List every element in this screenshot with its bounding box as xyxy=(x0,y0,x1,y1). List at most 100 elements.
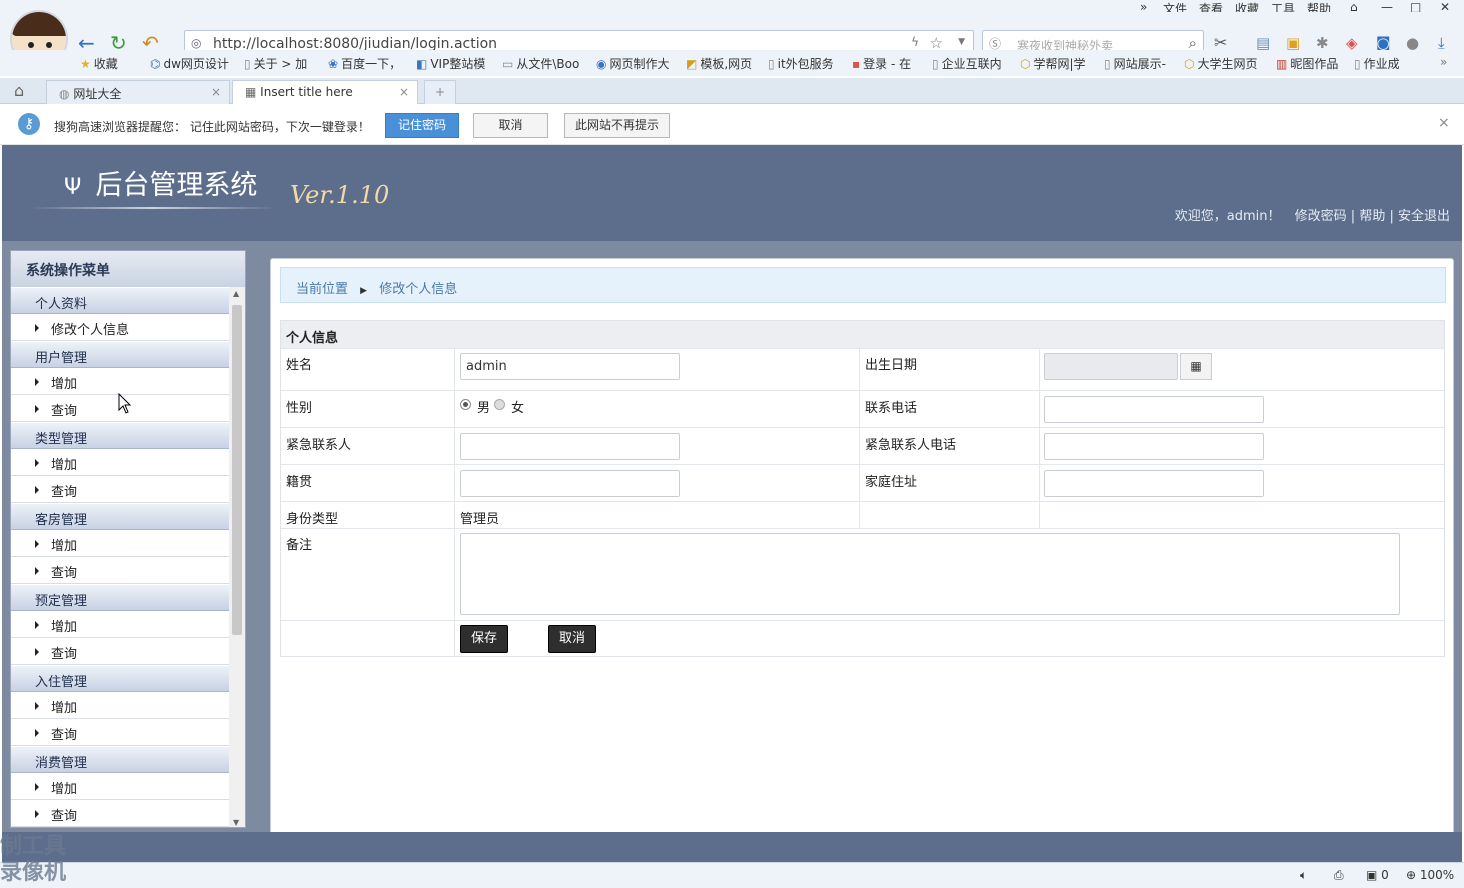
logout-link[interactable]: 安全退出 xyxy=(1398,209,1450,224)
tab-insert-title[interactable]: ▦ Insert title here × xyxy=(232,80,418,104)
notice-message: 搜狗高速浏览器提醒您： 记住此网站密码，下次一键登录！ xyxy=(54,120,370,134)
notice-cancel-button[interactable]: 取消 xyxy=(473,113,548,138)
remark-label: 备注 xyxy=(286,538,313,553)
bookmark-item[interactable]: ▯ 网站展示- xyxy=(1104,55,1166,72)
avatar-hair xyxy=(12,12,66,36)
bookmark-item[interactable]: ❀ 百度一下， xyxy=(328,55,401,72)
sidebar-scrollbar[interactable]: ▲ ▼ xyxy=(229,287,245,827)
sidebar-group-profile[interactable]: 个人资料 xyxy=(11,287,229,314)
bookmarks-overflow-icon[interactable]: » xyxy=(1440,55,1447,69)
emergency-phone-label: 紧急联系人电话 xyxy=(865,438,957,453)
home-icon[interactable]: ⌂ xyxy=(14,81,24,100)
gender-male-radio[interactable] xyxy=(460,399,471,410)
sidebar-item-type-query[interactable]: 查询 xyxy=(11,476,229,503)
name-input[interactable]: admin xyxy=(460,353,680,380)
sidebar-group-types[interactable]: 类型管理 xyxy=(11,422,229,449)
never-prompt-button[interactable]: 此网站不再提示 xyxy=(564,113,670,138)
main-panel: 当前位置 ▶ 修改个人信息 个人信息 姓名 admin 出生日期 ▦ 性别 男 xyxy=(270,258,1454,851)
scrollbar-thumb[interactable] xyxy=(232,305,242,635)
bookmark-item[interactable]: ▥ 昵图作品 xyxy=(1276,55,1338,72)
sidebar-group-users[interactable]: 用户管理 xyxy=(11,341,229,368)
avatar-eye xyxy=(28,42,34,48)
phone-input[interactable] xyxy=(1044,396,1264,423)
remember-password-button[interactable]: 记住密码 xyxy=(385,113,459,138)
emergency-contact-label: 紧急联系人 xyxy=(286,438,352,453)
sidebar-group-rooms[interactable]: 客房管理 xyxy=(11,503,229,530)
sidebar-group-consumption[interactable]: 消费管理 xyxy=(11,746,229,773)
app-version: Ver.1.10 xyxy=(290,181,390,209)
gender-female-radio[interactable] xyxy=(494,399,505,410)
new-tab-button[interactable]: + xyxy=(424,80,456,104)
tab-close-icon[interactable]: × xyxy=(399,85,409,99)
profile-form: 个人信息 姓名 admin 出生日期 ▦ 性别 男 女 联系电话 紧急联系人 紧… xyxy=(280,320,1445,657)
volume-icon[interactable]: 🔈︎ xyxy=(1300,868,1307,883)
calendar-icon[interactable]: ▦ xyxy=(1180,353,1212,380)
form-row-remark: 备注 xyxy=(281,529,1444,621)
breadcrumb-arrow-icon: ▶ xyxy=(360,286,368,296)
gender-female-label: 女 xyxy=(511,401,525,416)
bookmark-item[interactable]: ◉ 网页制作大 xyxy=(596,55,670,72)
watermark-line: 制工具 xyxy=(0,834,67,859)
birth-date-input[interactable] xyxy=(1044,353,1178,380)
address-input[interactable] xyxy=(1044,470,1264,497)
breadcrumb-root[interactable]: 当前位置 xyxy=(296,282,348,297)
bookmark-item[interactable]: ▯ it外包服务 xyxy=(768,55,834,72)
recorder-watermark: 制工具 录像机 xyxy=(0,834,66,886)
native-place-input[interactable] xyxy=(460,470,680,497)
avatar-eye xyxy=(46,42,52,48)
sidebar-item-user-add[interactable]: 增加 xyxy=(11,368,229,395)
bookmarks-bar: ★ 收藏 ⌬ dw网页设计 ▯ 关于 > 加 ❀ 百度一下， ◧ VIP整站模 ▭ 从文件\… xyxy=(0,50,1464,76)
password-notice-bar: ⚷ 搜狗高速浏览器提醒您： 记住此网站密码，下次一键登录！ 记住密码 取消 此网… xyxy=(0,105,1464,145)
bookmark-item[interactable]: ⌬ dw网页设计 xyxy=(150,55,229,72)
sidebar-item-type-add[interactable]: 增加 xyxy=(11,449,229,476)
sidebar-item-consumption-query[interactable]: 查询 xyxy=(11,800,229,827)
tab-title: 网址大全 xyxy=(73,87,122,101)
bookmark-item[interactable]: ▪ 登录 - 在 xyxy=(852,55,911,72)
sidebar-group-bookings[interactable]: 预定管理 xyxy=(11,584,229,611)
bookmark-item[interactable]: ▯ 企业互联内 xyxy=(932,55,1002,72)
emergency-phone-input[interactable] xyxy=(1044,433,1264,460)
bookmark-item[interactable]: ◩ 模板,网页 xyxy=(686,55,752,72)
scroll-down-icon[interactable]: ▼ xyxy=(233,818,239,827)
help-link[interactable]: 帮助 xyxy=(1359,209,1385,224)
sidebar-item-edit-profile[interactable]: 修改个人信息 xyxy=(11,314,229,341)
logo-divider xyxy=(30,207,276,209)
cancel-button[interactable]: 取消 xyxy=(548,625,596,653)
bookmark-item[interactable]: ◧ VIP整站模 xyxy=(416,55,485,72)
bookmark-item[interactable]: ▯ 作业成 xyxy=(1354,55,1400,72)
sidebar-group-checkin[interactable]: 入住管理 xyxy=(11,665,229,692)
tab-url-directory[interactable]: ◍ 网址大全 × xyxy=(46,80,230,104)
zoom-control[interactable]: ⊕ 100% xyxy=(1406,868,1454,882)
bookmark-item[interactable]: ⬡ 学帮网|学 xyxy=(1020,55,1086,72)
tab-close-icon[interactable]: × xyxy=(211,85,221,99)
emergency-contact-input[interactable] xyxy=(460,433,680,460)
native-place-label: 籍贯 xyxy=(286,475,313,490)
sidebar-item-booking-add[interactable]: 增加 xyxy=(11,611,229,638)
lightning-icon[interactable]: ϟ xyxy=(911,35,919,49)
remark-textarea[interactable] xyxy=(460,533,1400,615)
notice-close-icon[interactable]: × xyxy=(1438,115,1450,131)
form-row-gender: 性别 男 女 联系电话 xyxy=(281,391,1444,428)
dropdown-icon[interactable]: ▼ xyxy=(958,37,965,47)
bookmark-item[interactable]: ▭ 从文件\Boo xyxy=(502,55,579,72)
change-password-link[interactable]: 修改密码 xyxy=(1295,209,1347,224)
tab-bar: ⌂ ◍ 网址大全 × ▦ Insert title here × + xyxy=(0,78,1464,104)
radio-dot xyxy=(463,402,468,407)
scroll-up-icon[interactable]: ▲ xyxy=(233,289,239,298)
ad-block-count: 0 xyxy=(1381,868,1389,882)
browser-statusbar: 🔈︎ ⎙ ▣ 0 ⊕ 100% xyxy=(0,862,1464,888)
bookmark-item[interactable]: ⬡ 大学生网页 xyxy=(1184,55,1258,72)
sidebar-item-checkin-query[interactable]: 查询 xyxy=(11,719,229,746)
sidebar-item-booking-query[interactable]: 查询 xyxy=(11,638,229,665)
gender-male-label: 男 xyxy=(477,401,491,416)
sidebar-item-checkin-add[interactable]: 增加 xyxy=(11,692,229,719)
sidebar-item-room-query[interactable]: 查询 xyxy=(11,557,229,584)
bookmark-item[interactable]: ▯ 关于 > 加 xyxy=(244,55,307,72)
ad-block-icon[interactable]: ▣ 0 xyxy=(1366,868,1389,882)
sidebar-item-consumption-add[interactable]: 增加 xyxy=(11,773,229,800)
save-button[interactable]: 保存 xyxy=(460,625,508,653)
zoom-level: 100% xyxy=(1419,868,1455,882)
print-icon[interactable]: ⎙ xyxy=(1334,868,1344,883)
sidebar-item-room-add[interactable]: 增加 xyxy=(11,530,229,557)
bookmark-favorites[interactable]: ★ 收藏 xyxy=(80,55,118,72)
